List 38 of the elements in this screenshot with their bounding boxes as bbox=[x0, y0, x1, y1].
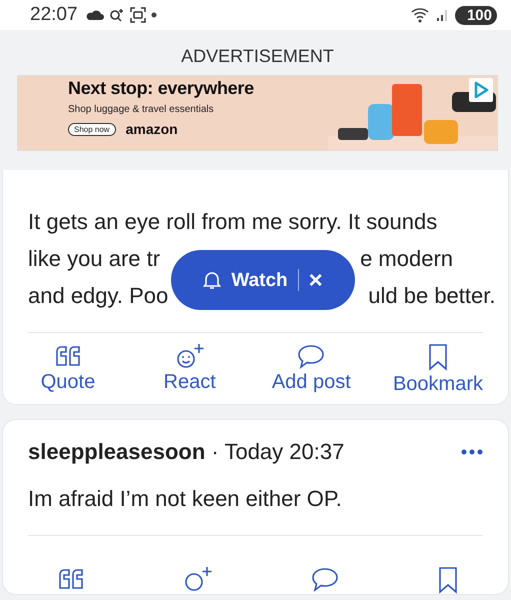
post-action[interactable]: Bookmark bbox=[392, 343, 483, 396]
watch-button[interactable]: Watch bbox=[203, 262, 288, 298]
speech-bubble-icon[interactable] bbox=[311, 566, 340, 592]
screenshot-icon bbox=[130, 7, 146, 23]
ad-choices-icon[interactable] bbox=[469, 78, 493, 102]
post-action[interactable]: Add post bbox=[271, 343, 352, 396]
ad-headline: Next stop: everywhere bbox=[68, 78, 255, 99]
cloud-icon bbox=[86, 9, 104, 21]
brand-logo: amazon bbox=[126, 121, 178, 137]
speech-bubble-icon bbox=[297, 343, 326, 369]
post-text: e modern bbox=[360, 245, 454, 273]
post-text: uld be better. bbox=[368, 282, 496, 310]
status-time: 22:07 bbox=[30, 4, 78, 26]
ad-banner[interactable]: Next stop: everywhere Shop luggage & travel essentials Shop now amazon bbox=[17, 75, 498, 151]
post-action[interactable]: Quote bbox=[28, 343, 108, 396]
quote-icon bbox=[55, 343, 81, 369]
post-text: like you are tr bbox=[28, 245, 160, 273]
quote-icon[interactable] bbox=[58, 566, 84, 592]
bookmark-icon[interactable] bbox=[438, 566, 458, 594]
bookmark-icon bbox=[428, 343, 448, 371]
dot-icon bbox=[150, 12, 157, 18]
post-action[interactable]: React bbox=[150, 343, 230, 396]
smiley-plus-icon bbox=[174, 343, 205, 369]
close-button[interactable]: × bbox=[308, 262, 323, 298]
post-text: and edgy. Poo bbox=[28, 282, 168, 310]
more-icon[interactable] bbox=[461, 449, 483, 455]
battery-indicator: 100 bbox=[454, 6, 497, 24]
advertisement-label: ADVERTISEMENT bbox=[180, 46, 335, 67]
ad-subline: Shop luggage & travel essentials bbox=[68, 104, 215, 115]
signal-icon bbox=[436, 8, 450, 22]
wifi-icon bbox=[410, 7, 431, 23]
search-icon bbox=[108, 8, 125, 22]
post-meta: sleeppleasesoon · Today 20:37 bbox=[28, 439, 344, 465]
shop-now-button[interactable]: Shop now bbox=[68, 122, 116, 136]
post-text: Im afraid I’m not keen either OP. bbox=[28, 485, 342, 513]
bell-icon bbox=[203, 270, 222, 290]
post-text: It gets an eye roll from me sorry. It sounds bbox=[28, 208, 438, 236]
smiley-plus-icon[interactable] bbox=[182, 566, 213, 592]
